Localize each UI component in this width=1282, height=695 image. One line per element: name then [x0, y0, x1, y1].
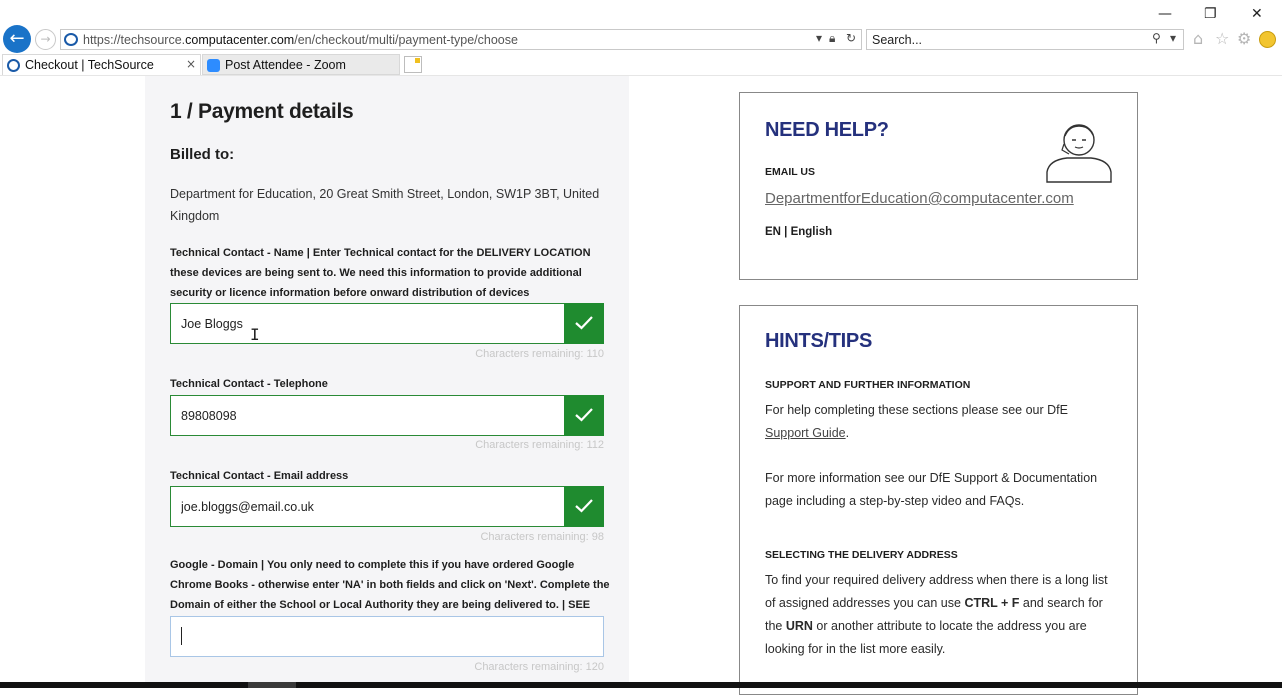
hints-title: HINTS/TIPS — [765, 330, 873, 352]
technical-email-label: Technical Contact - Email address — [170, 470, 349, 482]
home-icon[interactable]: ⌂ — [1193, 29, 1203, 48]
google-domain-input[interactable] — [181, 628, 551, 646]
site-favicon-icon — [64, 33, 78, 46]
support-heading: SUPPORT AND FURTHER INFORMATION — [765, 379, 971, 391]
address-bar[interactable]: https://techsource.computacenter.com/en/… — [60, 29, 862, 50]
payment-panel: 1 / Payment details Billed to: Departmen… — [145, 76, 629, 682]
settings-gear-icon[interactable]: ⚙ — [1237, 29, 1251, 48]
tab-title: Checkout | TechSource — [25, 58, 154, 72]
chars-remaining: Characters remaining: 98 — [480, 531, 604, 543]
documentation-text: For more information see our DfE Support… — [765, 471, 1098, 508]
tab-zoom[interactable]: Post Attendee - Zoom — [202, 54, 400, 75]
chars-remaining: Characters remaining: 120 — [474, 661, 604, 673]
billed-to-label: Billed to: — [170, 146, 235, 163]
chars-remaining: Characters remaining: 112 — [475, 439, 604, 451]
valid-check-icon — [564, 395, 604, 436]
search-icon[interactable]: ⚲ — [1152, 31, 1161, 45]
refresh-icon[interactable]: ↻ — [846, 31, 856, 45]
help-email-link[interactable]: DepartmentforEducation@computacenter.com — [765, 190, 1074, 207]
search-box[interactable]: ⚲ ▾ — [866, 29, 1184, 50]
smiley-feedback-icon[interactable] — [1259, 31, 1276, 48]
support-text: For help completing these sections pleas… — [765, 403, 1068, 440]
hints-tips-box: HINTS/TIPS SUPPORT AND FURTHER INFORMATI… — [739, 305, 1138, 695]
search-input[interactable] — [872, 32, 1142, 48]
support-guide-link[interactable]: Support Guide — [765, 426, 846, 440]
taskbar-item[interactable] — [248, 682, 296, 688]
valid-check-icon — [564, 486, 604, 527]
back-button[interactable]: ← — [3, 25, 31, 53]
url-text[interactable]: https://techsource.computacenter.com/en/… — [83, 33, 518, 47]
language-selector[interactable]: EN | English — [765, 226, 832, 238]
technical-telephone-input[interactable] — [181, 407, 551, 425]
technical-email-field[interactable] — [170, 486, 604, 527]
close-window-button[interactable]: ✕ — [1251, 6, 1263, 22]
dropdown-icon[interactable]: ▾ — [816, 31, 822, 45]
browser-chrome: — ❐ ✕ ← → https://techsource.computacent… — [0, 0, 1282, 76]
need-help-box: NEED HELP? EMAIL US DepartmentforEducati… — [739, 92, 1138, 280]
delivery-address-heading: SELECTING THE DELIVERY ADDRESS — [765, 549, 958, 561]
technical-telephone-label: Technical Contact - Telephone — [170, 378, 328, 390]
new-tab-button[interactable] — [404, 56, 422, 73]
text-caret — [181, 627, 182, 645]
chars-remaining: Characters remaining: 110 — [475, 348, 604, 360]
page-title: 1 / Payment details — [170, 100, 354, 123]
zoom-favicon-icon — [207, 59, 220, 72]
search-dropdown-icon[interactable]: ▾ — [1170, 31, 1176, 45]
tab-checkout[interactable]: Checkout | TechSource × — [2, 54, 201, 75]
minimize-button[interactable]: — — [1158, 6, 1172, 22]
technical-name-field[interactable] — [170, 303, 604, 344]
technical-email-input[interactable] — [181, 498, 551, 516]
technical-name-label: Technical Contact - Name | Enter Technic… — [170, 247, 591, 299]
technical-telephone-field[interactable] — [170, 395, 604, 436]
close-tab-icon[interactable]: × — [186, 57, 196, 71]
restore-button[interactable]: ❐ — [1204, 6, 1217, 22]
support-person-icon — [1046, 124, 1112, 183]
favorites-star-icon[interactable]: ☆ — [1215, 29, 1229, 48]
need-help-title: NEED HELP? — [765, 119, 889, 141]
techsource-favicon-icon — [7, 59, 20, 72]
taskbar-strip — [0, 682, 1282, 688]
billed-address: Department for Education, 20 Great Smith… — [170, 187, 600, 223]
lock-icon[interactable]: 🔒︎ — [829, 31, 835, 46]
valid-check-icon — [564, 303, 604, 344]
text-cursor-icon: I — [250, 325, 260, 344]
tab-title: Post Attendee - Zoom — [225, 58, 346, 72]
delivery-address-text: To find your required delivery address w… — [765, 573, 1108, 656]
email-us-label: EMAIL US — [765, 166, 815, 178]
forward-button[interactable]: → — [35, 29, 56, 50]
google-domain-field[interactable] — [170, 616, 604, 657]
technical-name-input[interactable] — [181, 315, 551, 333]
